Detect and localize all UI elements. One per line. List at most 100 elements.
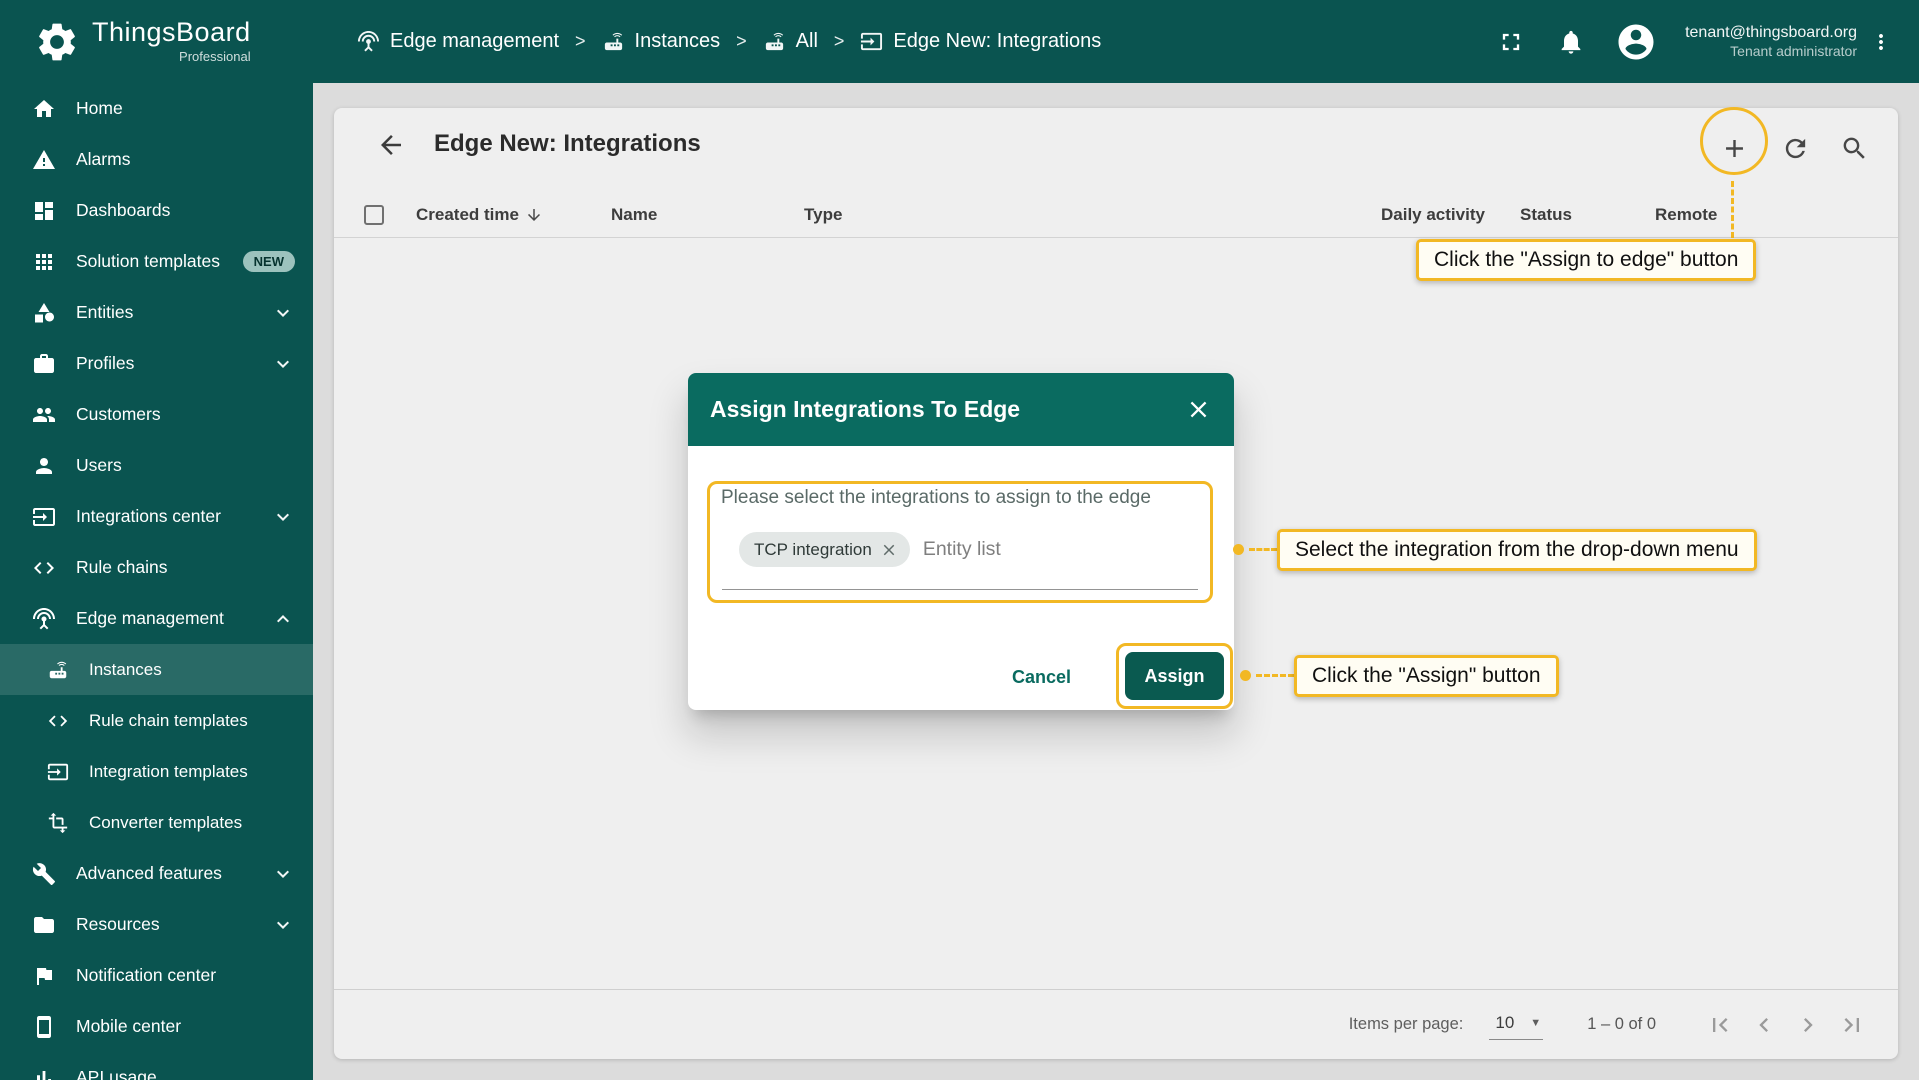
annotation-step3-callout: Click the "Assign" button [1294,655,1559,697]
sidebar-item-customers[interactable]: Customers [0,389,313,440]
sidebar-item-label: Home [76,98,123,118]
sidebar-item-dashboards[interactable]: Dashboards [0,185,313,236]
back-button[interactable] [376,130,406,160]
breadcrumb-label: Edge management [390,30,560,52]
integration-icon [32,505,56,529]
integration-icon [860,30,883,53]
column-label: Daily activity [1381,204,1485,224]
people-icon [32,403,56,427]
previous-page-button[interactable] [1742,1003,1786,1047]
sidebar-item-edge-management[interactable]: Edge management [0,593,313,644]
column-header-remote[interactable]: Remote [1655,205,1717,225]
sidebar-item-converter-templates[interactable]: Converter templates [0,797,313,848]
breadcrumb-separator: > [575,31,586,51]
sidebar-item-users[interactable]: Users [0,440,313,491]
dialog-header: Assign Integrations To Edge [688,373,1234,446]
field-underline [722,589,1198,590]
column-header-created-time[interactable]: Created time [416,205,543,225]
sidebar-item-rule-chains[interactable]: Rule chains [0,542,313,593]
breadcrumb-label: All [795,30,818,52]
refresh-button[interactable] [1773,126,1817,170]
refresh-icon [1781,134,1810,163]
last-page-button[interactable] [1830,1003,1874,1047]
last-page-icon [1838,1011,1866,1039]
breadcrumb: Edge management > Instances > All > Edge… [357,30,1101,53]
items-per-page-label: Items per page: [1348,1015,1464,1033]
sidebar-item-rule-chain-templates[interactable]: Rule chain templates [0,695,313,746]
bell-icon [1557,28,1585,56]
sidebar-item-instances[interactable]: Instances [0,644,313,695]
integration-chip[interactable]: TCP integration [739,532,910,567]
brand-logo[interactable]: ThingsBoard Professional [0,19,313,65]
annotation-dot-2 [1233,544,1244,555]
search-icon [1840,134,1869,163]
sidebar-item-label: Rule chains [76,557,168,577]
sidebar-item-home[interactable]: Home [0,83,313,134]
close-icon [1185,396,1212,423]
sidebar-item-integration-templates[interactable]: Integration templates [0,746,313,797]
column-header-name[interactable]: Name [611,205,657,225]
column-header-type[interactable]: Type [804,205,842,225]
annotation-step1-callout: Click the "Assign to edge" button [1416,239,1757,281]
integration-icon [47,761,69,783]
new-badge: NEW [242,251,295,272]
router-icon [47,659,69,681]
fullscreen-button[interactable] [1497,28,1525,56]
sidebar-item-alarms[interactable]: Alarms [0,134,313,185]
antenna-icon [357,30,380,53]
breadcrumb-item-edge-management[interactable]: Edge management [357,30,559,53]
page-range-label: 1 – 0 of 0 [1587,1015,1656,1033]
sidebar-item-api-usage[interactable]: API usage [0,1052,313,1080]
items-per-page-value: 10 [1495,1013,1515,1032]
router-icon [763,30,786,53]
dialog-close-button[interactable] [1185,396,1212,423]
flag-icon [32,964,56,988]
breadcrumb-label: Instances [634,30,721,52]
column-header-daily-activity[interactable]: Daily activity [1381,205,1485,225]
entity-list-input[interactable]: Entity list [923,538,1001,561]
chip-remove-icon[interactable] [880,541,898,559]
thingsboard-app: ThingsBoard Professional Edge management… [0,0,1919,1080]
first-page-button[interactable] [1698,1003,1742,1047]
sidebar-item-resources[interactable]: Resources [0,899,313,950]
sidebar-item-label: Converter templates [89,812,243,832]
briefcase-icon [32,352,56,376]
sidebar-item-profiles[interactable]: Profiles [0,338,313,389]
sidebar-item-mobile-center[interactable]: Mobile center [0,1001,313,1052]
more-menu-button[interactable] [1869,30,1893,54]
sidebar-item-label: Advanced features [76,863,222,883]
breadcrumb-item-instances[interactable]: Instances [602,30,721,53]
chevron-down-icon [271,913,295,937]
sidebar-item-advanced-features[interactable]: Advanced features [0,848,313,899]
items-per-page-select[interactable]: 10 ▼ [1489,1009,1544,1040]
arrow-back-icon [376,130,406,160]
annotation-connector-2 [1249,548,1277,551]
notifications-button[interactable] [1557,28,1585,56]
router-icon [602,30,625,53]
sidebar-item-solution-templates[interactable]: Solution templates NEW [0,236,313,287]
search-button[interactable] [1832,126,1876,170]
sidebar: Home Alarms Dashboards Solution template… [0,83,313,1080]
sidebar-item-entities[interactable]: Entities [0,287,313,338]
sidebar-item-label: Dashboards [76,200,171,220]
sidebar-item-notification-center[interactable]: Notification center [0,950,313,1001]
column-label: Created time [416,204,519,224]
annotation-step2-callout: Select the integration from the drop-dow… [1277,529,1757,571]
assign-integrations-dialog: Assign Integrations To Edge Please selec… [688,373,1234,710]
dashboard-icon [32,199,56,223]
breadcrumb-separator: > [736,31,747,51]
column-header-status[interactable]: Status [1520,205,1572,225]
next-page-button[interactable] [1786,1003,1830,1047]
breadcrumb-item-all[interactable]: All [763,30,818,53]
sidebar-item-label: Notification center [76,965,217,985]
select-all-checkbox[interactable] [364,204,384,225]
phone-icon [32,1015,56,1039]
cancel-button[interactable]: Cancel [994,655,1089,699]
column-label: Remote [1655,204,1718,224]
sidebar-item-label: Resources [76,914,160,934]
user-avatar[interactable] [1615,21,1657,63]
assign-button[interactable]: Assign [1125,652,1224,700]
breadcrumb-item-edge-integrations[interactable]: Edge New: Integrations [860,30,1101,53]
sidebar-item-integrations-center[interactable]: Integrations center [0,491,313,542]
column-label: Type [804,204,843,224]
